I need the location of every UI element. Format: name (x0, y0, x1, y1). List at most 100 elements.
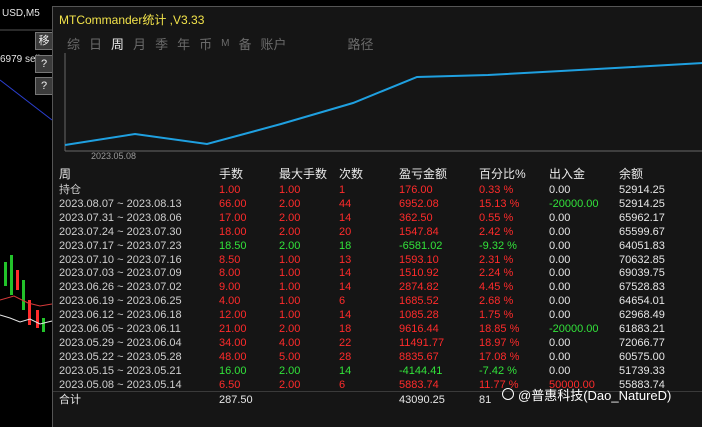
row-balance: 51739.33 (619, 364, 665, 377)
table-row: 2023.06.12 ~ 2023.06.18 12.00 1.00 14 1085.2… (59, 308, 699, 322)
tab-2[interactable]: 周 (111, 34, 124, 53)
row-max-lots: 2.00 (279, 323, 301, 335)
help-button[interactable]: ? (35, 55, 53, 73)
col-max-lots: 最大手数 (279, 167, 328, 181)
row-pct: 2.31 % (479, 253, 514, 266)
watermark-text: @普惠科技(Dao_NatureD) (518, 387, 672, 403)
row-pct: 0.55 % (479, 211, 514, 224)
row-max-lots: 1.00 (279, 295, 301, 308)
row-period: 2023.07.03 ~ 2023.07.09 (59, 267, 182, 280)
tab-8[interactable]: 备 (238, 34, 251, 53)
row-flow: -20000.00 (549, 197, 599, 210)
row-flow: 0.00 (549, 281, 571, 294)
table-row: 2023.05.22 ~ 2023.05.28 48.00 5.00 28 8835.6… (59, 350, 699, 364)
table-row: 2023.06.05 ~ 2023.06.11 21.00 2.00 18 9616.4… (59, 322, 699, 336)
tab-6[interactable]: 币 (199, 34, 212, 53)
table-row: 2023.06.19 ~ 2023.06.25 4.00 1.00 6 1685.52 2… (59, 294, 699, 308)
row-max-lots: 1.00 (279, 184, 301, 196)
row-pnl: -6581.02 (399, 239, 443, 252)
row-balance: 60575.00 (619, 350, 665, 363)
table-row: 持仓 1.00 1.00 1 176.00 0.33 % 0.00 52914.25 (59, 183, 699, 197)
table-row: 2023.07.03 ~ 2023.07.09 8.00 1.00 14 1510.92… (59, 266, 699, 280)
row-lots: 16.00 (219, 364, 247, 377)
row-max-lots: 2.00 (279, 225, 301, 238)
row-max-lots: 2.00 (279, 197, 301, 210)
total-pct: 81 (479, 394, 492, 406)
row-flow: 0.00 (549, 295, 571, 308)
row-flow: 0.00 (549, 336, 571, 349)
row-pnl: 11491.77 (399, 336, 445, 349)
row-balance: 64654.01 (619, 295, 665, 308)
row-count: 13 (339, 253, 352, 266)
table-row: 2023.05.15 ~ 2023.05.21 16.00 2.00 14 -4144.… (59, 364, 699, 378)
row-pct: -9.32 % (479, 239, 517, 252)
help-button-secondary[interactable]: ? (35, 77, 53, 95)
row-lots: 1.00 (219, 184, 241, 196)
row-pct: 2.68 % (479, 295, 514, 308)
row-max-lots: 1.00 (279, 309, 301, 322)
table-row: 2023.07.17 ~ 2023.07.23 18.50 2.00 18 -6581.… (59, 239, 699, 253)
row-pnl: 6952.08 (399, 197, 439, 210)
row-pnl: 1085.28 (399, 309, 439, 322)
row-pnl: -4144.41 (399, 364, 443, 377)
tab-10[interactable]: 路径 (347, 34, 373, 53)
tab-0[interactable]: 综 (67, 34, 80, 53)
row-max-lots: 1.00 (279, 253, 301, 266)
table-row: 2023.08.07 ~ 2023.08.13 66.00 2.00 44 6952.0… (59, 197, 699, 211)
row-flow: 0.00 (549, 184, 571, 196)
row-count: 20 (339, 225, 352, 238)
row-pct: 1.75 % (479, 309, 514, 322)
row-lots: 66.00 (219, 197, 247, 210)
row-flow: 0.00 (549, 253, 571, 266)
row-lots: 9.00 (219, 281, 241, 294)
row-balance: 64051.83 (619, 239, 665, 252)
row-max-lots: 4.00 (279, 336, 301, 349)
row-lots: 4.00 (219, 295, 241, 308)
row-lots: 21.00 (219, 323, 247, 335)
row-pnl: 1685.52 (399, 295, 439, 308)
row-balance: 61883.21 (619, 323, 665, 335)
move-button[interactable]: 移 (35, 32, 53, 50)
tab-4[interactable]: 季 (155, 34, 168, 53)
row-max-lots: 1.00 (279, 281, 301, 294)
tab-5[interactable]: 年 (177, 34, 190, 53)
balance-curve (64, 53, 702, 152)
row-balance: 69039.75 (619, 267, 665, 280)
row-flow: 0.00 (549, 211, 571, 224)
row-flow: 0.00 (549, 225, 571, 238)
row-period: 2023.07.10 ~ 2023.07.16 (59, 253, 182, 266)
balance-line (64, 62, 702, 146)
table-row: 2023.05.29 ~ 2023.06.04 34.00 4.00 22 11491.… (59, 336, 699, 350)
row-max-lots: 5.00 (279, 350, 301, 363)
tab-1[interactable]: 日 (89, 34, 102, 53)
tab-3[interactable]: 月 (133, 34, 146, 53)
row-lots: 8.00 (219, 267, 241, 280)
row-period: 2023.07.17 ~ 2023.07.23 (59, 239, 182, 252)
col-flow: 出入金 (549, 167, 586, 181)
row-lots: 8.50 (219, 253, 241, 266)
row-period: 2023.05.29 ~ 2023.06.04 (59, 336, 182, 349)
row-pct: -7.42 % (479, 364, 517, 377)
graph-date-label: 2023.05.08 (91, 151, 137, 161)
row-count: 14 (339, 267, 352, 280)
row-pnl: 1510.92 (399, 267, 439, 280)
period-tabs: 综日周月季年币 M 备账户 路径 (67, 33, 383, 53)
row-count: 14 (339, 309, 352, 322)
tab-9[interactable]: 账户 (260, 34, 286, 53)
row-count: 14 (339, 364, 352, 377)
row-balance: 52914.25 (619, 197, 665, 210)
row-pct: 18.97 % (479, 336, 520, 349)
row-count: 1 (339, 184, 346, 196)
statistics-panel: MTCommander统计 ,V3.33 综日周月季年币 M 备账户 路径 2023.… (52, 6, 702, 427)
row-max-lots: 2.00 (279, 364, 301, 377)
row-balance: 52914.25 (619, 184, 665, 196)
tab-7[interactable]: M (221, 38, 229, 49)
table-row: 2023.06.26 ~ 2023.07.02 9.00 1.00 14 2874.82… (59, 280, 699, 294)
row-balance: 65962.17 (619, 211, 665, 224)
row-pnl: 1547.84 (399, 225, 439, 238)
row-balance: 72066.77 (619, 336, 665, 349)
row-period: 2023.06.12 ~ 2023.06.18 (59, 309, 182, 322)
table-row: 2023.07.24 ~ 2023.07.30 18.00 2.00 20 1547.8… (59, 225, 699, 239)
social-icon (502, 388, 514, 400)
row-pct: 18.85 % (479, 323, 520, 335)
